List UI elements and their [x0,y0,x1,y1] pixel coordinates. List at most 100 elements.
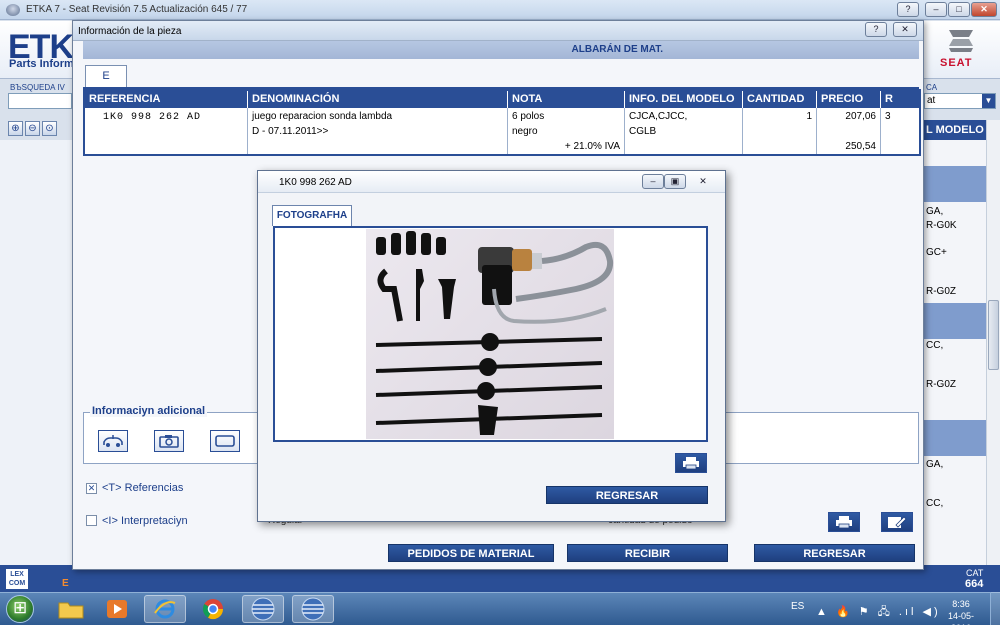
edit-note-icon[interactable] [881,512,913,532]
list-item[interactable]: CC, [926,498,943,510]
right-label: CA [926,83,938,92]
scrollbar-thumb[interactable] [988,300,999,370]
internet-explorer-icon[interactable] [144,595,186,623]
app-close-button[interactable]: ✕ [971,2,997,17]
recibir-button[interactable]: RECIBIR [567,544,728,562]
col-cantidad: CANTIDAD [743,91,817,108]
photo-frame [273,226,708,442]
interpretacion-checkbox[interactable] [86,515,97,526]
list-item[interactable]: GA, [926,459,943,471]
tab-fotografia[interactable]: FOTOGRAFHA [272,205,352,226]
model-select[interactable]: at ▼ [924,93,996,109]
photo-title-bar: 1K0 998 262 AD – ▣ ✕ [258,171,725,193]
col-r: R [885,93,893,105]
zoom-out-icon[interactable]: ⊖ [25,121,40,136]
cell-referencia: 1K0 998 262 AD [85,108,248,154]
list-item[interactable]: GA, [926,206,943,218]
language-indicator[interactable]: ES [791,601,804,612]
etka-taskbar-icon[interactable] [242,595,284,623]
price-value: 207,06 [845,111,876,122]
additional-info-label: Informaciyn adicional [90,405,208,417]
model-list: GA, R-G0K GC+ R-G0Z CC, R-G0Z GA, CC, [922,140,986,565]
app-title-bar: ETKA 7 - Seat Revisión 7.5 Actualización… [0,0,1000,20]
print-icon[interactable] [828,512,860,532]
model-info-line-2: CGLB [629,126,657,137]
minimize-button[interactable]: – [925,2,947,17]
photo-minimize-button[interactable]: – [642,174,664,189]
col-precio: PRECIO [817,91,881,108]
status-e: E [62,578,69,589]
clock[interactable]: 8:36 14-05-2016 [941,598,981,625]
dialog-help-button[interactable]: ? [865,22,887,37]
clock-date: 14-05-2016 [947,611,974,625]
referencias-label[interactable]: <T> Referencias [102,482,183,494]
table-row[interactable]: 1K0 998 262 AD juego reparacion sonda la… [85,108,919,154]
interpretacion-label[interactable]: <I> Interpretaciyn [102,515,188,527]
model-select-value: at [927,95,936,106]
part-description: juego reparacion sonda lambda [252,111,393,122]
dialog-close-button[interactable]: ✕ [893,22,917,37]
part-info-title: Información de la pieza [78,26,182,37]
list-item[interactable]: R-G0Z [926,379,956,391]
zoom-in-icon[interactable]: ⊕ [8,121,23,136]
cell-denominacion: juego reparacion sonda lambda D - 07.11.… [248,108,508,154]
tab-e[interactable]: E [85,65,127,87]
show-desktop-button[interactable] [990,592,1000,625]
col-nota: NOTA [508,91,625,108]
screen-icon[interactable] [210,430,240,452]
list-stripe [922,420,986,456]
list-stripe [922,166,986,202]
car-icon[interactable] [98,430,128,452]
table-header-row: REFERENCIA DENOMINACIÓN NOTA INFO. DEL M… [85,91,919,108]
cell-cantidad: 1 [743,108,817,154]
col-denominacion: DENOMINACIÓN [248,91,508,108]
app-title: ETKA 7 - Seat Revisión 7.5 Actualización… [26,4,248,15]
catalog-label: CAT [966,568,984,578]
start-button[interactable] [6,595,34,623]
camera-icon[interactable] [154,430,184,452]
chrome-icon[interactable] [192,595,234,623]
model-column-header: L MODELO [922,120,986,140]
list-item[interactable]: GC+ [926,247,947,259]
parts-table: REFERENCIA DENOMINACIÓN NOTA INFO. DEL M… [83,89,921,156]
catalog-value: 664 [965,578,984,590]
list-item[interactable]: R-G0K [926,220,957,232]
help-button[interactable]: ? [897,2,919,17]
referencias-checkbox[interactable]: ✕ [86,483,97,494]
list-item[interactable]: CC, [926,340,943,352]
photo-regresar-button[interactable]: REGRESAR [546,486,708,504]
list-item[interactable]: R-G0Z [926,286,956,298]
model-info-line-1: CJCA,CJCC, [629,111,688,122]
regresar-button[interactable]: REGRESAR [754,544,915,562]
cell-r: 3 [881,108,919,154]
media-player-icon[interactable] [96,595,138,623]
zoom-fit-icon[interactable]: ⊙ [42,121,57,136]
photo-print-icon[interactable] [675,453,707,473]
search-input[interactable] [8,93,72,109]
system-tray-icons[interactable]: ▲ 🔥 ⚑ 🖧 .ıl ◀) [816,603,941,622]
search-label: BЪSQUEDA IV [10,83,65,92]
cell-precio: 207,06 250,54 [817,108,881,154]
iva-note: + 21.0% IVA [564,141,620,152]
seat-logo-icon [949,30,973,52]
explorer-folder-icon[interactable] [50,595,92,623]
r-value: 3 [885,111,891,122]
photo-dialog: 1K0 998 262 AD – ▣ ✕ FOTOGRAFHA REGRESAR [257,170,726,522]
etka-taskbar-icon-2[interactable] [292,595,334,623]
photo-close-button[interactable]: ✕ [692,174,714,189]
etka-app-icon [6,4,20,16]
zoom-toolbar: ⊕ ⊖ ⊙ [8,121,57,136]
photo-maximize-button[interactable]: ▣ [664,174,686,189]
list-stripe [922,303,986,339]
vertical-scrollbar[interactable] [986,120,1000,565]
chevron-down-icon[interactable]: ▼ [982,94,995,108]
part-info-title-bar: Información de la pieza ? ✕ [73,21,923,41]
col-info-modelo: INFO. DEL MODELO [625,91,743,108]
quantity-value: 1 [806,111,812,122]
maximize-button[interactable]: □ [948,2,970,17]
note-line-2: negro [512,126,538,137]
photo-dialog-title: 1K0 998 262 AD [279,177,352,188]
part-photo [366,229,614,439]
pedidos-material-button[interactable]: PEDIDOS DE MATERIAL [388,544,554,562]
lexcom-logo: LEX COM [6,569,28,589]
